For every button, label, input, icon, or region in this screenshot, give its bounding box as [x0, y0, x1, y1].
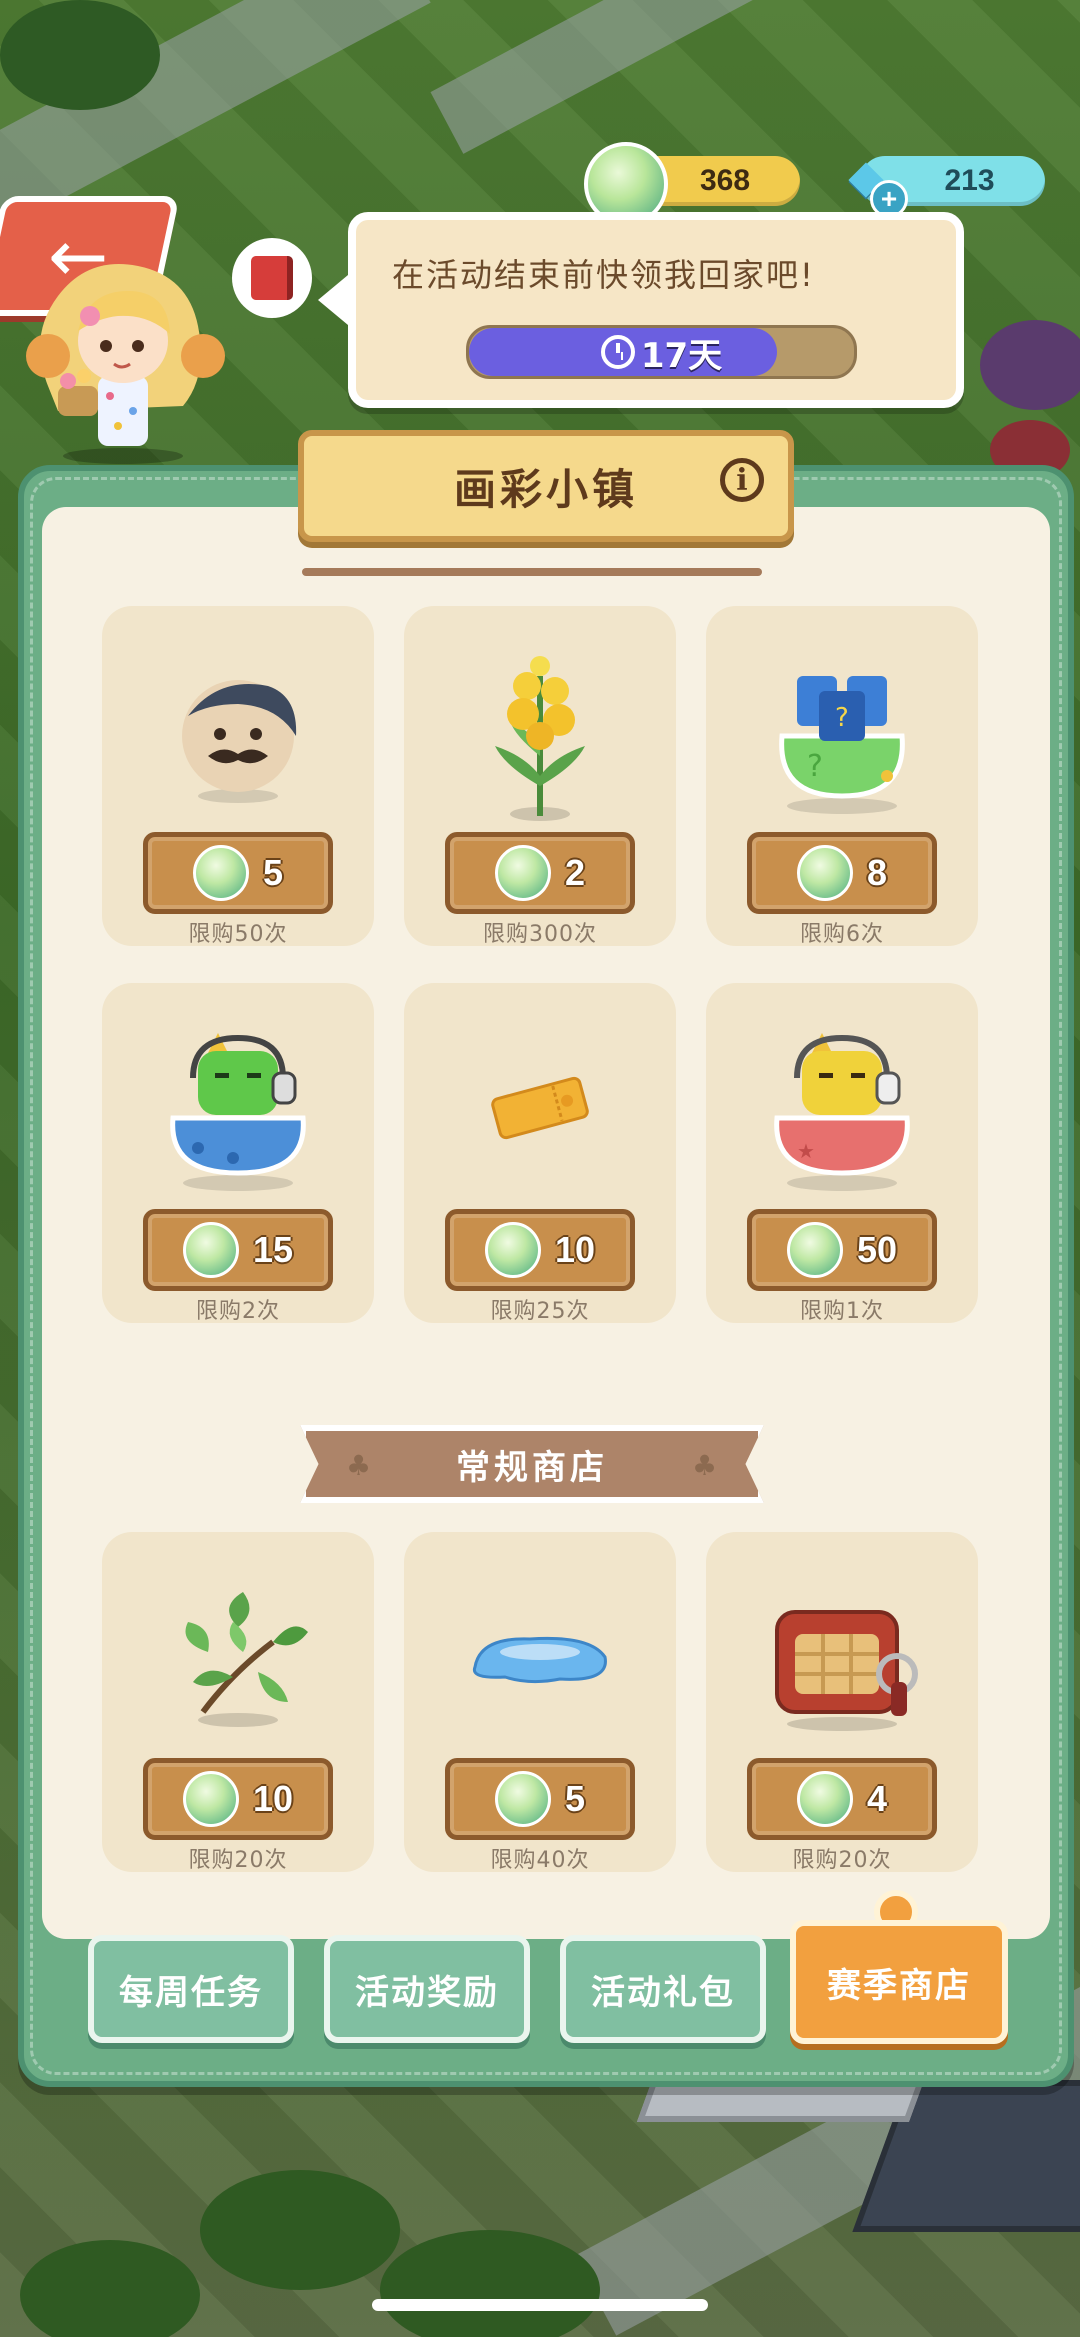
- seed-currency-icon: [192, 845, 249, 901]
- tab-event-rewards[interactable]: 活动奖励: [324, 1935, 530, 2043]
- purchase-limit: 限购20次: [188, 1848, 288, 1873]
- event-timer-bar: 17天: [466, 325, 857, 379]
- seed-currency-icon: [484, 1222, 541, 1278]
- regular-shop-title: 常规商店: [456, 1447, 608, 1488]
- price-tag: 8: [747, 832, 937, 914]
- story-book-button[interactable]: [232, 238, 312, 318]
- leafy-branch-icon: [153, 1572, 323, 1742]
- seed-currency-icon: [786, 1222, 843, 1278]
- item-price: 10: [554, 1229, 596, 1270]
- shop-item-card[interactable]: 10 限购20次: [102, 1532, 374, 1873]
- shop-item-card[interactable]: 2 限购300次: [404, 606, 676, 947]
- svg-text:?: ?: [807, 749, 823, 784]
- item-price: 4: [866, 1778, 888, 1819]
- radio-box-icon: [757, 1572, 927, 1742]
- purchase-limit: 限购25次: [490, 1299, 590, 1324]
- price-tag: 10: [445, 1209, 635, 1291]
- clover-icon: ♣: [346, 1449, 372, 1482]
- price-tag: 15: [143, 1209, 333, 1291]
- item-price: 5: [564, 1778, 586, 1819]
- info-icon[interactable]: i: [720, 458, 764, 502]
- book-icon: [251, 256, 293, 300]
- tab-weekly-tasks[interactable]: 每周任务: [88, 1935, 294, 2043]
- shop-title-plaque: 画彩小镇 i: [298, 430, 794, 542]
- seed-currency-icon: [182, 1771, 239, 1827]
- regular-shop-section-header: ♣ 常规商店 ♣: [300, 1425, 764, 1503]
- mystery-bag-icon: ? ?: [757, 646, 927, 816]
- price-tag: 50: [747, 1209, 937, 1291]
- tab-season-shop[interactable]: 赛季商店: [790, 1920, 1008, 2044]
- seed-count: 368: [699, 164, 751, 197]
- price-tag: 2: [445, 832, 635, 914]
- price-tag: 5: [445, 1758, 635, 1840]
- seed-currency-icon: [494, 1771, 551, 1827]
- speech-text: 在活动结束前快领我回家吧!: [392, 256, 815, 294]
- character-girl-illustration: [26, 264, 225, 464]
- seed-currency-icon: [182, 1222, 239, 1278]
- water-puddle-icon: [455, 1572, 625, 1742]
- shop-item-card[interactable]: 4 限购20次: [706, 1532, 978, 1873]
- svg-text:?: ?: [835, 703, 849, 733]
- home-indicator[interactable]: [372, 2299, 708, 2311]
- item-price: 5: [262, 852, 284, 893]
- shop-item-card[interactable]: ? ? 8 限购6次: [706, 606, 978, 947]
- shop-item-card[interactable]: 5 限购50次: [102, 606, 374, 947]
- seed-currency-icon: [796, 1771, 853, 1827]
- shop-item-card[interactable]: 15 限购2次: [102, 983, 374, 1324]
- purchase-limit: 限购2次: [196, 1299, 280, 1324]
- shop-item-card[interactable]: ★ 50 限购1次: [706, 983, 978, 1324]
- svg-text:★: ★: [797, 1139, 815, 1163]
- clover-icon: ♣: [692, 1449, 718, 1482]
- item-price: 10: [252, 1778, 294, 1819]
- purchase-limit: 限购50次: [188, 922, 288, 947]
- blue-robot-cat-bag-icon: [153, 1023, 323, 1193]
- section-divider: [302, 568, 762, 576]
- shop-title: 画彩小镇: [453, 464, 638, 514]
- item-price: 50: [856, 1229, 898, 1270]
- item-price: 8: [866, 852, 888, 893]
- clock-icon: [600, 335, 635, 369]
- purchase-limit: 限购6次: [800, 922, 884, 947]
- shop-item-card[interactable]: 10 限购25次: [404, 983, 676, 1324]
- event-timer-text: 17天: [640, 335, 723, 376]
- tab-event-packs[interactable]: 活动礼包: [560, 1935, 766, 2043]
- speech-bubble: 在活动结束前快领我回家吧! 17天: [348, 212, 964, 408]
- price-tag: 10: [143, 1758, 333, 1840]
- seed-currency-icon: [494, 845, 551, 901]
- purchase-limit: 限购300次: [483, 922, 597, 947]
- gem-count: 213: [944, 164, 995, 197]
- price-tag: 5: [143, 832, 333, 914]
- event-timer-label: 17天: [469, 328, 854, 376]
- shop-item-card[interactable]: 5 限购40次: [404, 1532, 676, 1873]
- golden-ticket-icon: [455, 1023, 625, 1193]
- purchase-limit: 限购40次: [490, 1848, 590, 1873]
- purchase-limit: 限购1次: [800, 1299, 884, 1324]
- seed-currency-icon: [796, 845, 853, 901]
- red-robot-cat-bag-icon: ★: [757, 1023, 927, 1193]
- yellow-flower-plant-icon: [455, 646, 625, 821]
- item-price: 15: [252, 1229, 294, 1270]
- item-price: 2: [564, 852, 586, 893]
- price-tag: 4: [747, 1758, 937, 1840]
- purchase-limit: 限购20次: [792, 1848, 892, 1873]
- mustache-pug-icon: [153, 646, 323, 816]
